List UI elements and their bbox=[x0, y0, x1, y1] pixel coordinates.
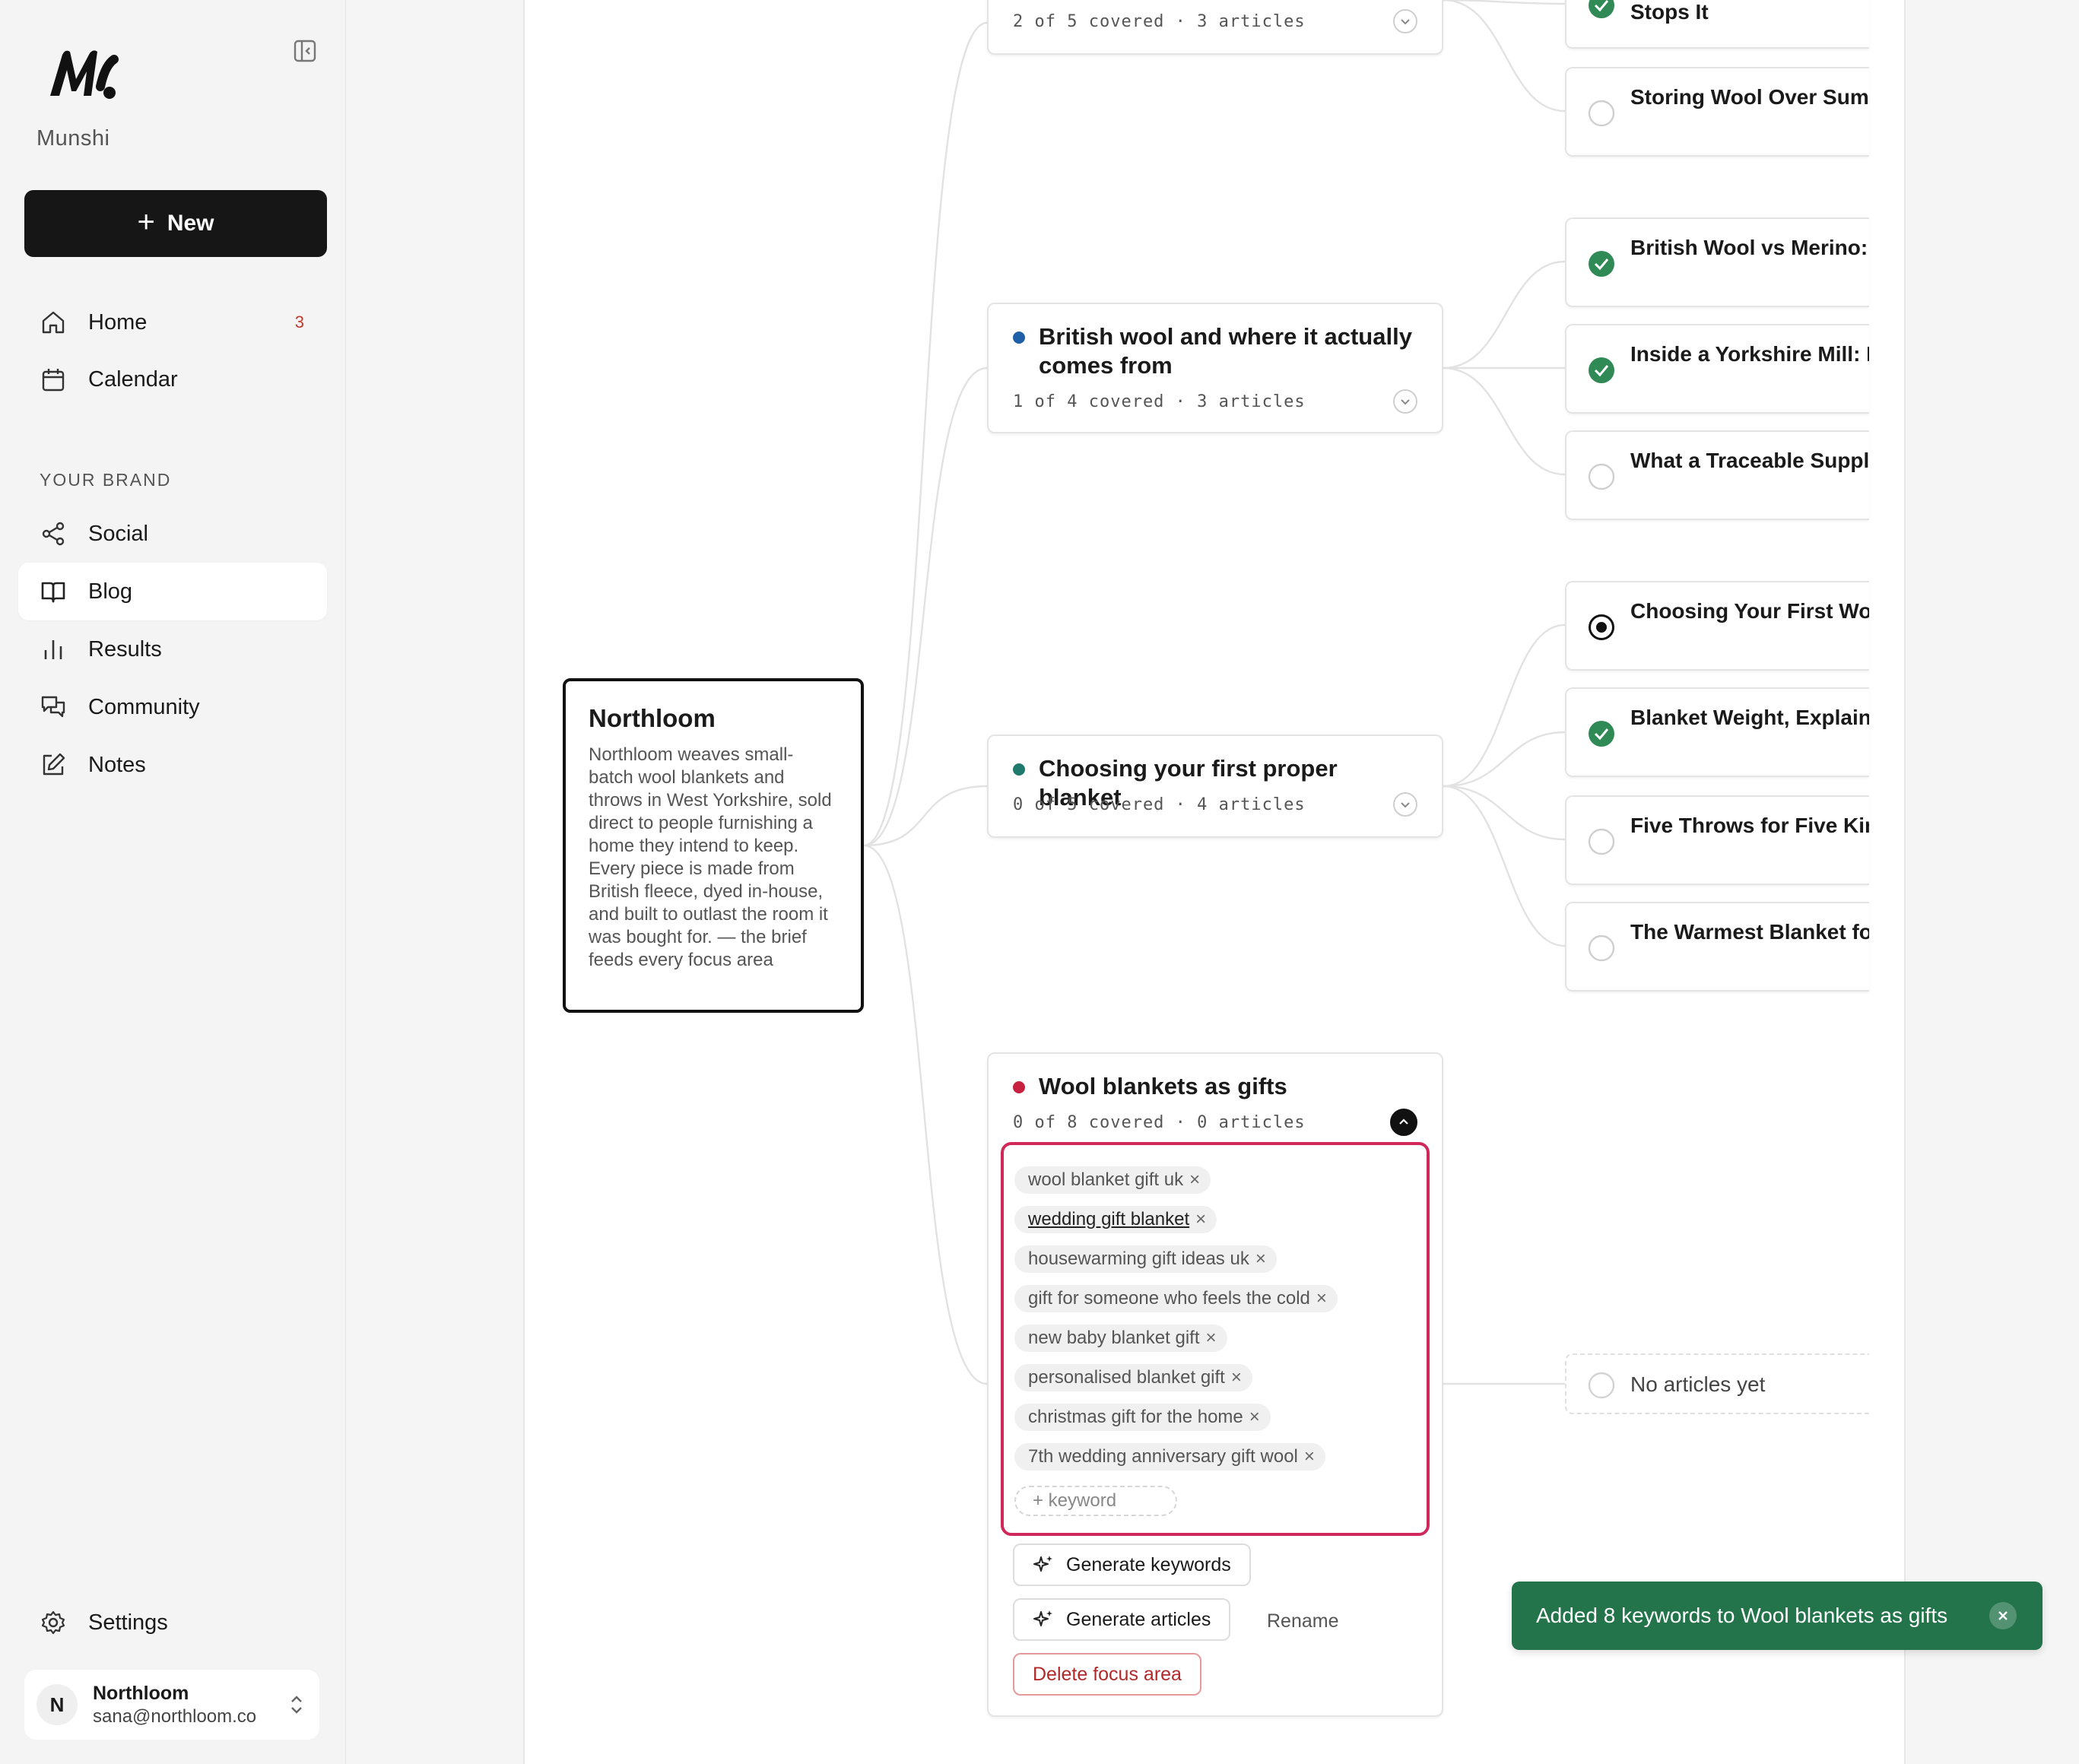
keyword-chip[interactable]: housewarming gift ideas uk × bbox=[1014, 1245, 1277, 1273]
toast-notification: Added 8 keywords to Wool blankets as gif… bbox=[1512, 1582, 2042, 1650]
add-keyword-input[interactable]: + keyword bbox=[1014, 1486, 1177, 1516]
article-title: Inside a Yorkshire Mill: How It Is Actua… bbox=[1630, 342, 1869, 366]
generate-articles-button[interactable]: Generate articles bbox=[1013, 1598, 1231, 1641]
article-title: Choosing Your First Wool Blanket: A Buye… bbox=[1630, 599, 1869, 623]
focus-area-card-expanded[interactable]: Wool blankets as gifts 0 of 8 covered · … bbox=[987, 1052, 1443, 1717]
article-title: British Wool vs Merino: A Comparison bbox=[1630, 236, 1869, 259]
empty-article-card: No articles yet bbox=[1565, 1353, 1869, 1414]
article-title: What a Traceable Supply Chain Costs, in … bbox=[1630, 449, 1869, 472]
keyword-label: personalised blanket gift bbox=[1028, 1367, 1225, 1388]
generate-keywords-button[interactable]: Generate keywords bbox=[1013, 1544, 1251, 1586]
article-title: Stops It bbox=[1630, 0, 1709, 24]
empty-circle-icon bbox=[1588, 934, 1615, 962]
focus-area-meta: 1 of 4 covered · 3 articles bbox=[1013, 392, 1306, 411]
chevron-down-icon bbox=[1401, 802, 1410, 808]
focus-area-title: British wool and where it actually comes… bbox=[1039, 323, 1412, 379]
sparkle-icon bbox=[1033, 1610, 1052, 1626]
sparkle-icon bbox=[1033, 1556, 1052, 1572]
keywords-panel: wool blanket gift uk × wedding gift blank… bbox=[1001, 1142, 1430, 1536]
focus-area-dot bbox=[1013, 763, 1025, 776]
empty-articles-label: No articles yet bbox=[1630, 1372, 1766, 1396]
focus-area-dot bbox=[1013, 1081, 1025, 1093]
focus-area-meta: 0 of 8 covered · 0 articles bbox=[1013, 1113, 1306, 1132]
keyword-label: housewarming gift ideas uk bbox=[1028, 1248, 1249, 1269]
keyword-chip[interactable]: 7th wedding anniversary gift wool × bbox=[1014, 1443, 1325, 1471]
chevron-down-icon bbox=[1401, 399, 1410, 405]
article-card[interactable]: The Warmest Blanket for a Bedroom Is Not… bbox=[1565, 902, 1869, 991]
empty-circle-icon bbox=[1588, 463, 1615, 490]
article-title: The Warmest Blanket for a Bedroom Is Not… bbox=[1630, 920, 1869, 944]
delete-focus-area-button[interactable]: Delete focus area bbox=[1013, 1653, 1201, 1696]
toast-message: Added 8 keywords to Wool blankets as gif… bbox=[1536, 1604, 1948, 1627]
keyword-list: wool blanket gift uk × wedding gift blank… bbox=[1014, 1166, 1338, 1516]
remove-keyword-icon[interactable]: × bbox=[1304, 1446, 1315, 1467]
article-card[interactable]: What a Traceable Supply Chain Costs, in … bbox=[1565, 430, 1869, 520]
empty-circle-icon bbox=[1588, 1372, 1615, 1399]
close-icon[interactable] bbox=[1989, 1602, 2017, 1629]
keyword-chip[interactable]: wedding gift blanket × bbox=[1014, 1206, 1217, 1233]
article-card[interactable]: Blanket Weight, Explained: 900g and Who … bbox=[1565, 687, 1869, 777]
article-card[interactable]: Storing Wool Over Summer: Moth-Free Meth… bbox=[1565, 67, 1869, 157]
remove-keyword-icon[interactable]: × bbox=[1189, 1169, 1200, 1191]
chevron-down-icon bbox=[1401, 19, 1410, 25]
keyword-label: christmas gift for the home bbox=[1028, 1407, 1243, 1427]
focus-area-card[interactable]: British wool and where it actually comes… bbox=[987, 303, 1443, 433]
root-description: Northloom weaves small-batch wool blanke… bbox=[589, 744, 832, 970]
focus-area-card[interactable]: 2 of 5 covered · 3 articles bbox=[987, 0, 1443, 55]
keyword-label: 7th wedding anniversary gift wool bbox=[1028, 1446, 1298, 1467]
keyword-label: new baby blanket gift bbox=[1028, 1328, 1200, 1348]
article-card[interactable]: Stops It bbox=[1565, 0, 1869, 49]
button-label: Generate articles bbox=[1066, 1608, 1211, 1630]
article-card[interactable]: Choosing Your First Wool Blanket: A Buye… bbox=[1565, 581, 1869, 671]
remove-keyword-icon[interactable]: × bbox=[1205, 1328, 1216, 1349]
keyword-chip[interactable]: gift for someone who feels the cold × bbox=[1014, 1285, 1338, 1312]
root-node[interactable]: Northloom Northloom weaves small-batch w… bbox=[563, 678, 864, 1013]
empty-circle-icon bbox=[1588, 100, 1615, 127]
article-card[interactable]: British Wool vs Merino: A Comparison bbox=[1565, 217, 1869, 307]
focus-area-card[interactable]: Choosing your first proper blanket 0 of … bbox=[987, 734, 1443, 838]
check-circle-icon bbox=[1589, 0, 1614, 18]
focus-area-title: Wool blankets as gifts bbox=[1039, 1073, 1287, 1099]
focus-area-meta: 0 of 5 covered · 4 articles bbox=[1013, 795, 1306, 814]
root-title: Northloom bbox=[589, 704, 716, 732]
check-circle-icon bbox=[1589, 251, 1614, 277]
remove-keyword-icon[interactable]: × bbox=[1316, 1288, 1327, 1309]
check-circle-icon bbox=[1589, 357, 1614, 383]
remove-keyword-icon[interactable]: × bbox=[1231, 1367, 1242, 1388]
expand-toggle[interactable] bbox=[1393, 792, 1417, 817]
focus-area-meta: 2 of 5 covered · 3 articles bbox=[1013, 12, 1306, 31]
remove-keyword-icon[interactable]: × bbox=[1195, 1209, 1206, 1230]
rename-button[interactable]: Rename bbox=[1267, 1610, 1339, 1632]
expand-toggle[interactable] bbox=[1393, 9, 1417, 33]
keyword-label: wedding gift blanket bbox=[1028, 1209, 1190, 1229]
article-title: Storing Wool Over Summer: Moth-Free Meth… bbox=[1630, 85, 1869, 109]
article-card[interactable]: Inside a Yorkshire Mill: How It Is Actua… bbox=[1565, 324, 1869, 414]
keyword-chip[interactable]: new baby blanket gift × bbox=[1014, 1325, 1227, 1352]
remove-keyword-icon[interactable]: × bbox=[1249, 1407, 1260, 1428]
button-label: Generate keywords bbox=[1066, 1553, 1231, 1575]
article-title: Five Throws for Five Kinds of Homes bbox=[1630, 814, 1869, 837]
keyword-chip[interactable]: christmas gift for the home × bbox=[1014, 1404, 1271, 1431]
expand-toggle[interactable] bbox=[1393, 389, 1417, 414]
in-progress-circle-icon bbox=[1589, 614, 1614, 640]
keyword-chip[interactable]: personalised blanket gift × bbox=[1014, 1364, 1252, 1391]
chevron-up-icon bbox=[1399, 1118, 1408, 1125]
keyword-chip[interactable]: wool blanket gift uk × bbox=[1014, 1166, 1211, 1194]
collapse-toggle[interactable] bbox=[1390, 1109, 1417, 1136]
article-card[interactable]: Five Throws for Five Kinds of Homes bbox=[1565, 795, 1869, 885]
remove-keyword-icon[interactable]: × bbox=[1255, 1248, 1266, 1270]
empty-circle-icon bbox=[1588, 828, 1615, 855]
focus-area-dot bbox=[1013, 332, 1025, 344]
article-title: Blanket Weight, Explained: 900g and Who … bbox=[1630, 706, 1869, 729]
keyword-label: wool blanket gift uk bbox=[1028, 1169, 1184, 1190]
keyword-label: gift for someone who feels the cold bbox=[1028, 1288, 1310, 1309]
check-circle-icon bbox=[1589, 721, 1614, 747]
